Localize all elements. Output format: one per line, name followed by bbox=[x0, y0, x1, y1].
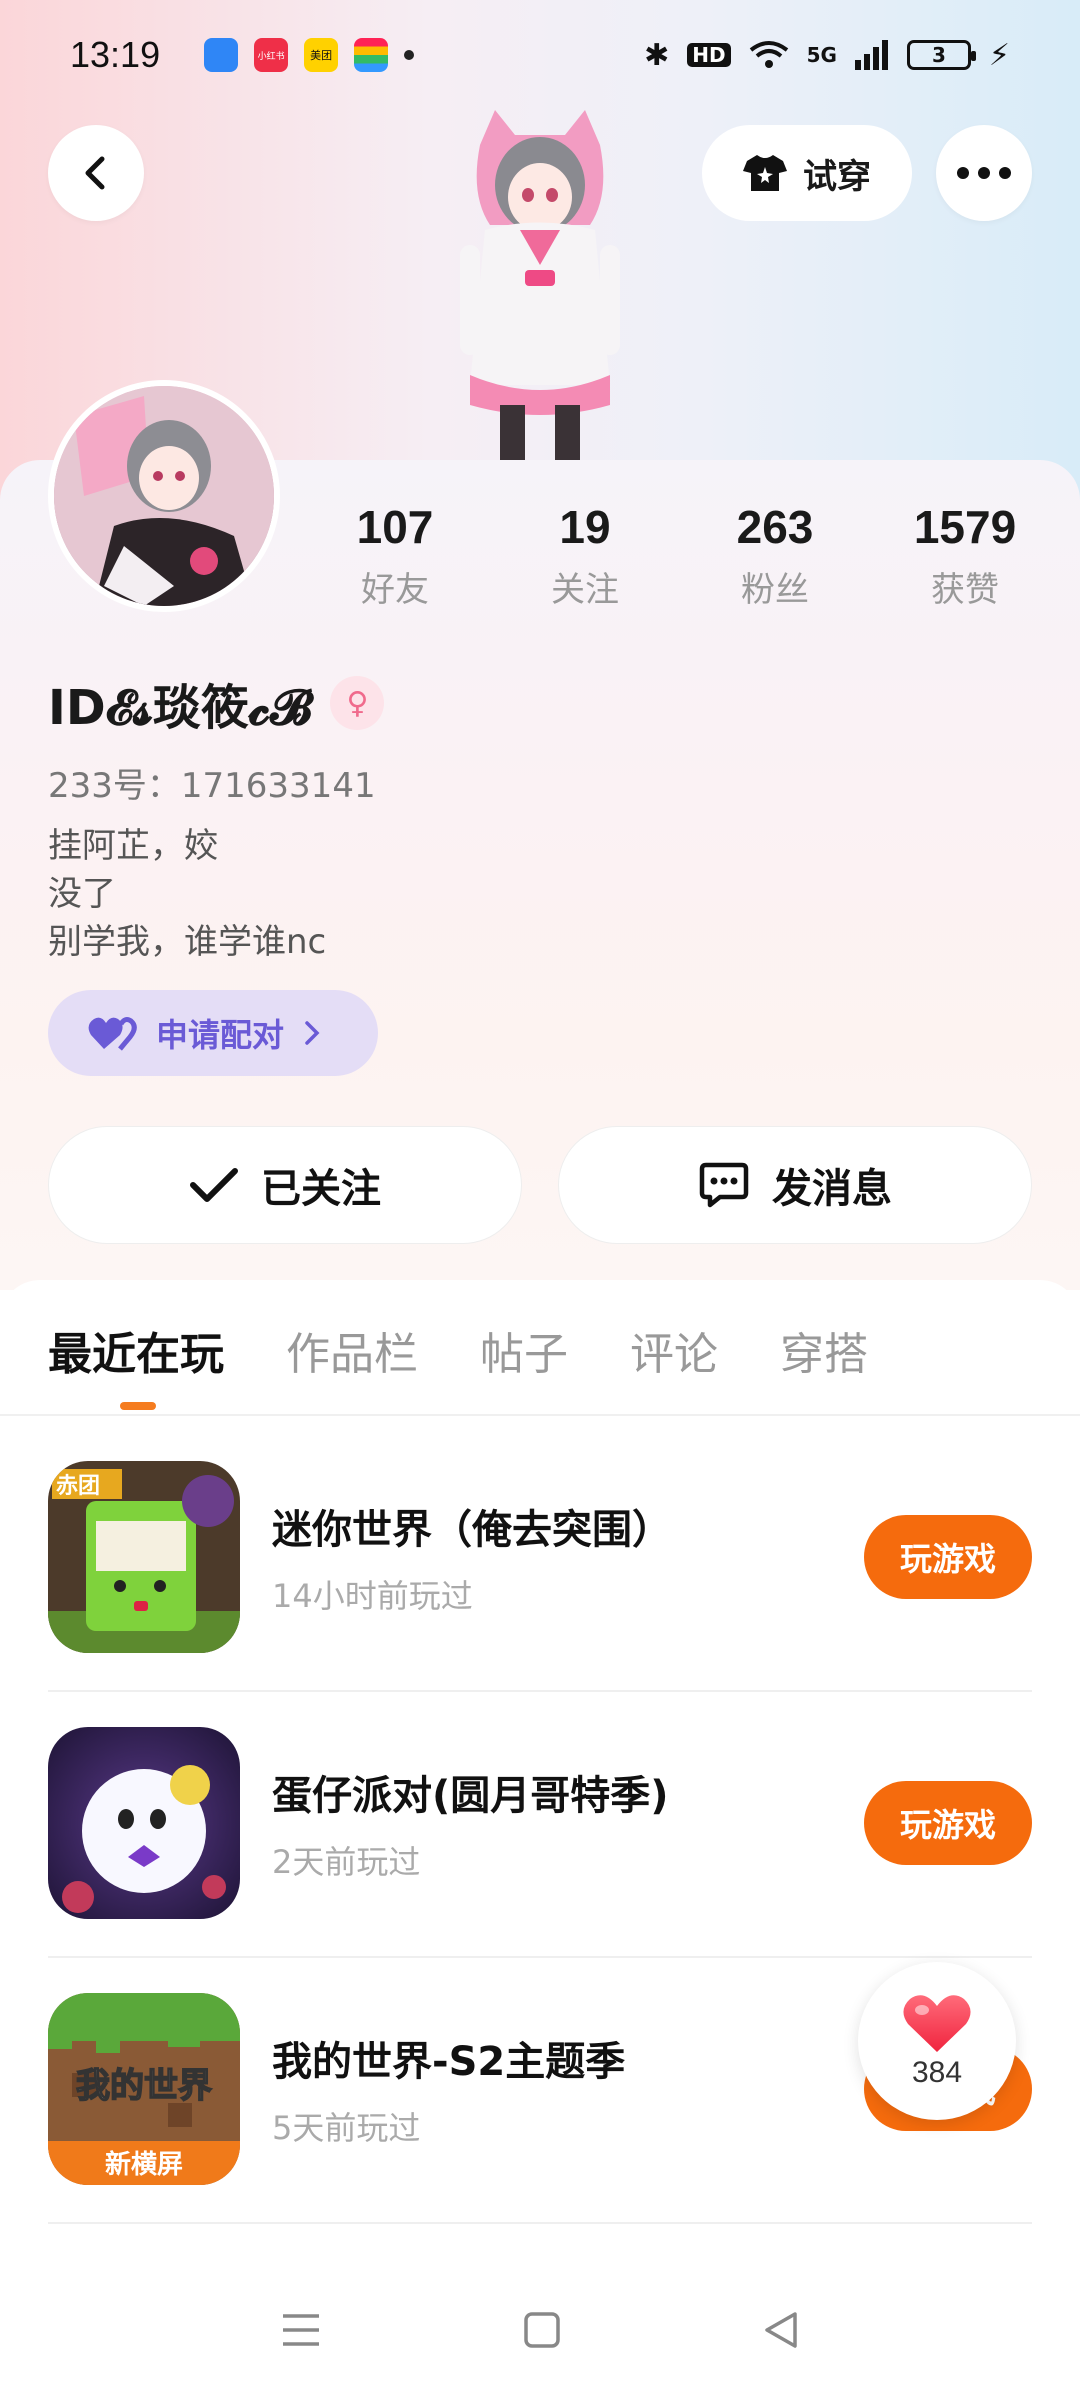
bio-line: 挂阿芷，姣 bbox=[48, 826, 218, 866]
last-played: 2天前玩过 bbox=[272, 1843, 421, 1881]
app-notification-icon bbox=[204, 38, 239, 72]
game-info: 我的世界-S2主题季 5天前玩过 bbox=[272, 2029, 864, 2149]
hd-icon: HD bbox=[687, 43, 731, 67]
stat-label: 关注 bbox=[551, 570, 619, 610]
game-title: 蛋仔派对(圆月哥特季) bbox=[272, 1773, 669, 1819]
stat-label: 好友 bbox=[361, 570, 429, 610]
stat-likes[interactable]: 1579 获赞 bbox=[870, 500, 1060, 611]
stat-label: 粉丝 bbox=[741, 570, 809, 610]
signal-icon bbox=[854, 40, 888, 70]
checkmark-icon bbox=[190, 1168, 238, 1202]
network-type-label: 5G bbox=[806, 43, 837, 67]
user-id: 233号：171633141 bbox=[48, 766, 376, 806]
username-row: ID𝓔𝓼琰筱𝓬𝓑 ♀ bbox=[48, 668, 385, 738]
tshirt-icon bbox=[743, 155, 787, 191]
notification-app-icons: 小红书 美团 bbox=[204, 38, 415, 72]
more-notifications-dot-icon bbox=[404, 50, 415, 60]
avatar[interactable] bbox=[48, 380, 280, 612]
stat-value: 263 bbox=[736, 501, 814, 553]
stat-value: 107 bbox=[356, 501, 434, 553]
chat-bubble-icon bbox=[699, 1162, 749, 1208]
tab-recently-played[interactable]: 最近在玩 bbox=[48, 1318, 224, 1382]
game-info: 蛋仔派对(圆月哥特季) 2天前玩过 bbox=[272, 1763, 864, 1883]
chevron-right-icon bbox=[305, 1021, 320, 1045]
back-button[interactable] bbox=[48, 125, 144, 221]
tab-works[interactable]: 作品栏 bbox=[286, 1318, 418, 1382]
minecraft-icon: 我的世界 新横屏 bbox=[48, 1993, 240, 2185]
play-game-button[interactable]: 玩游戏 bbox=[864, 1515, 1032, 1599]
active-tab-indicator bbox=[120, 1402, 156, 1410]
followed-button[interactable]: 已关注 bbox=[48, 1126, 522, 1244]
try-on-label: 试穿 bbox=[803, 156, 871, 197]
status-bar: 13:19 小红书 美团 ✱ HD 5G 3 ⚡ bbox=[0, 0, 1080, 110]
game-title: 我的世界-S2主题季 bbox=[272, 2039, 626, 2085]
list-item[interactable]: 蛋仔派对(圆月哥特季) 2天前玩过 玩游戏 bbox=[48, 1690, 1032, 1956]
female-icon: ♀ bbox=[330, 676, 385, 730]
app-stripes-icon bbox=[354, 38, 389, 72]
stat-followers[interactable]: 263 粉丝 bbox=[680, 500, 870, 611]
request-pair-label: 申请配对 bbox=[156, 1016, 285, 1054]
bio: 挂阿芷，姣 没了 别学我，谁学谁nc bbox=[48, 822, 326, 966]
send-message-button[interactable]: 发消息 bbox=[558, 1126, 1032, 1244]
tab-comments[interactable]: 评论 bbox=[630, 1318, 718, 1382]
heart-icon bbox=[903, 1995, 971, 2052]
chevron-left-icon bbox=[85, 156, 105, 190]
profile-tabs: 最近在玩 作品栏 帖子 评论 穿搭 bbox=[48, 1318, 868, 1382]
meituan-icon: 美团 bbox=[304, 38, 339, 72]
tab-posts[interactable]: 帖子 bbox=[480, 1318, 568, 1382]
mini-world-icon: 赤团 bbox=[48, 1461, 240, 1653]
avatar-character-illustration bbox=[460, 110, 620, 465]
followed-label: 已关注 bbox=[261, 1166, 381, 1212]
status-time: 13:19 bbox=[70, 34, 161, 75]
xiaohongshu-icon: 小红书 bbox=[254, 38, 289, 72]
minecraft-icon-subtitle: 新横屏 bbox=[105, 2149, 183, 2180]
stat-friends[interactable]: 107 好友 bbox=[300, 500, 490, 611]
status-indicators: ✱ HD 5G 3 ⚡ bbox=[644, 38, 1010, 73]
system-nav-bar bbox=[0, 2260, 1080, 2400]
list-item[interactable]: 赤团 迷你世界（俺去突围） 14小时前玩过 玩游戏 bbox=[48, 1424, 1032, 1690]
stat-value: 19 bbox=[559, 501, 611, 553]
username: ID𝓔𝓼琰筱𝓬𝓑 bbox=[48, 680, 313, 736]
mini-world-badge-text: 赤团 bbox=[56, 1474, 100, 1499]
double-heart-icon bbox=[88, 1017, 137, 1051]
bluetooth-icon: ✱ bbox=[644, 37, 670, 73]
row-divider bbox=[48, 2222, 1032, 2224]
battery-icon: 3 bbox=[906, 40, 976, 70]
like-count: 384 bbox=[911, 2056, 963, 2089]
last-played: 14小时前玩过 bbox=[272, 1577, 473, 1615]
request-pair-button[interactable]: 申请配对 bbox=[48, 990, 378, 1076]
bio-line: 别学我，谁学谁nc bbox=[48, 922, 327, 962]
stat-value: 1579 bbox=[913, 501, 1017, 553]
profile-stats: 107 好友 19 关注 263 粉丝 1579 获赞 bbox=[300, 500, 1060, 611]
game-info: 迷你世界（俺去突围） 14小时前玩过 bbox=[272, 1497, 864, 1617]
wifi-icon bbox=[749, 41, 788, 68]
charging-icon: ⚡ bbox=[988, 37, 1010, 73]
minecraft-icon-title: 我的世界 bbox=[76, 2066, 212, 2106]
try-on-button[interactable]: 试穿 bbox=[702, 125, 912, 221]
bio-line: 没了 bbox=[48, 874, 116, 914]
tabs-divider bbox=[0, 1414, 1080, 1416]
stat-following[interactable]: 19 关注 bbox=[490, 500, 680, 611]
battery-level: 3 bbox=[931, 43, 946, 67]
more-button[interactable] bbox=[936, 125, 1032, 221]
eggy-party-icon bbox=[48, 1727, 240, 1919]
menu-icon[interactable] bbox=[281, 2312, 321, 2348]
avatar-image bbox=[54, 386, 274, 606]
last-played: 5天前玩过 bbox=[272, 2109, 421, 2147]
back-triangle-icon[interactable] bbox=[763, 2312, 799, 2348]
send-message-label: 发消息 bbox=[772, 1166, 892, 1212]
tab-outfits[interactable]: 穿搭 bbox=[780, 1318, 868, 1382]
home-square-icon[interactable] bbox=[524, 2312, 560, 2348]
stat-label: 获赞 bbox=[931, 570, 999, 610]
like-float-button[interactable]: 384 bbox=[858, 1962, 1016, 2120]
game-title: 迷你世界（俺去突围） bbox=[272, 1507, 672, 1553]
more-dots-icon bbox=[957, 167, 1011, 179]
play-game-button[interactable]: 玩游戏 bbox=[864, 1781, 1032, 1865]
